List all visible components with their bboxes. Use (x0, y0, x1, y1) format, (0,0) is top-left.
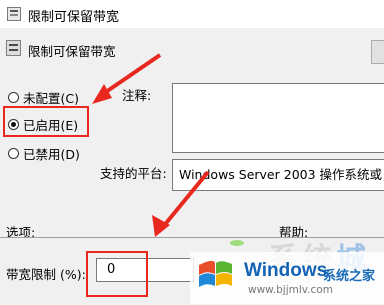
watermark-accent (230, 240, 244, 246)
windows-logo-icon (199, 260, 232, 287)
bandwidth-label: 带宽限制 (%): (6, 267, 86, 282)
watermark-subtitle: 系统之家 (323, 269, 376, 284)
bandwidth-highlight-box (86, 251, 148, 297)
arrow-to-bandwidth (152, 170, 210, 237)
watermark-title: Windows (244, 260, 328, 281)
watermark-url: www.bjjmlv.com (248, 284, 333, 296)
arrow-to-enabled (92, 53, 162, 104)
